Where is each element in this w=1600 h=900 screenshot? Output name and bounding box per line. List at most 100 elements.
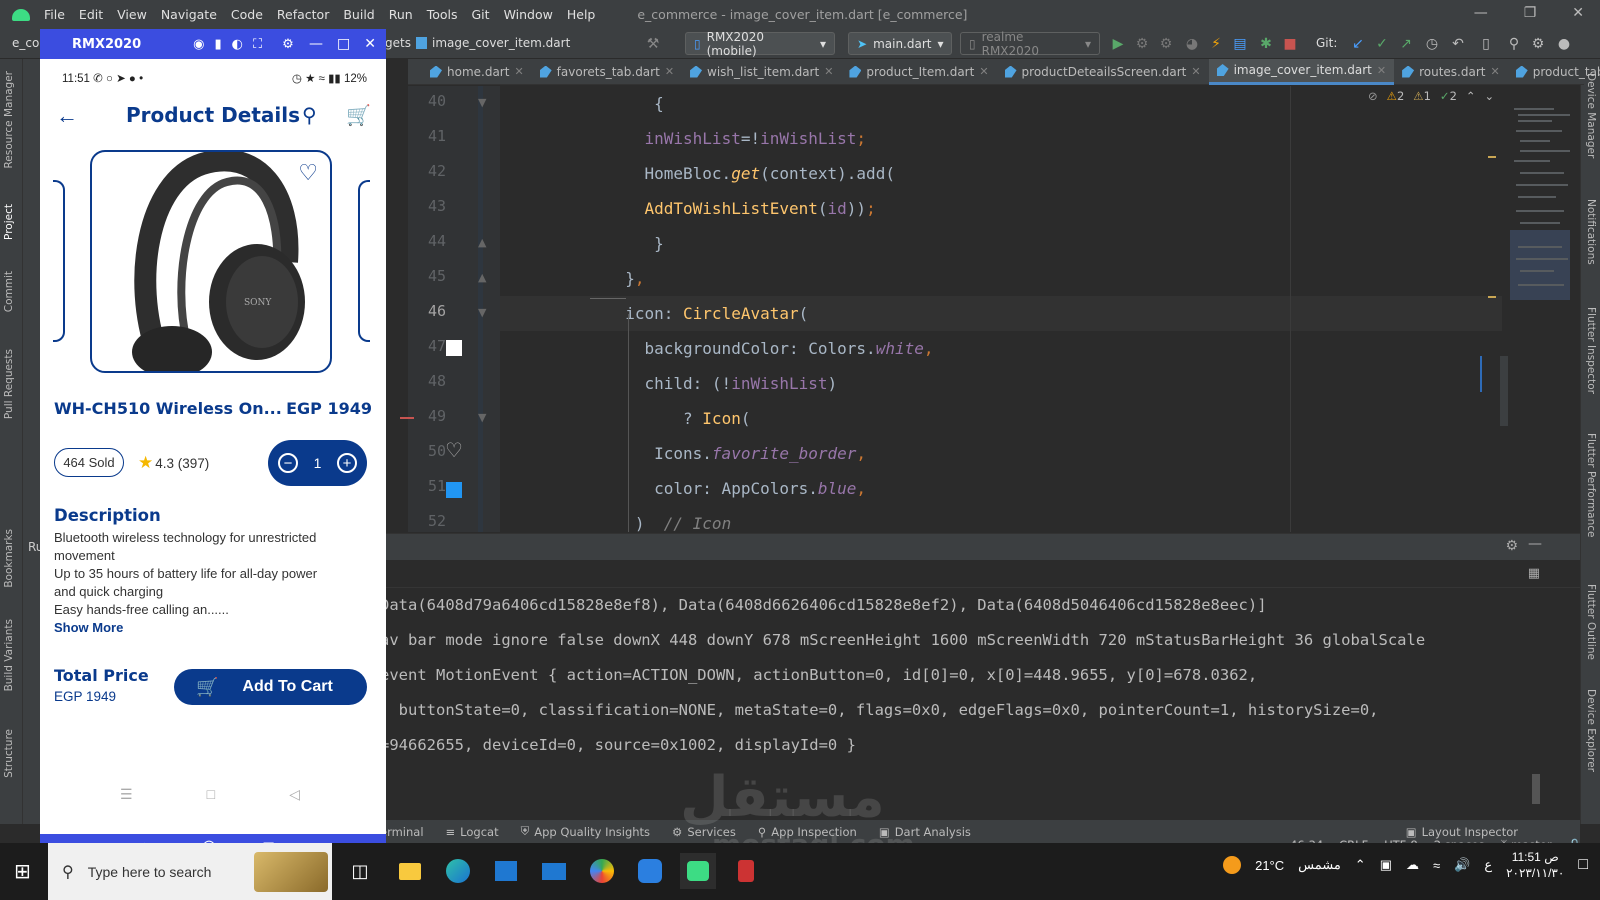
profile-icon[interactable]: ⚙: [1158, 36, 1174, 52]
menu-tools[interactable]: Tools: [427, 7, 458, 22]
prev-image-card[interactable]: [53, 180, 65, 342]
tool-device-manager[interactable]: Device Manager: [1585, 73, 1597, 158]
white-color-swatch-icon[interactable]: [446, 340, 462, 356]
weather-text[interactable]: مشمس: [1298, 857, 1341, 873]
run-icon[interactable]: ▶: [1110, 36, 1126, 52]
maximize-icon[interactable]: □: [337, 36, 350, 52]
maximize-icon[interactable]: ❐: [1524, 5, 1537, 21]
tab-home[interactable]: home.dart ✕: [422, 59, 532, 85]
close-tab-icon[interactable]: ✕: [1191, 65, 1200, 78]
settings-icon[interactable]: ⚙: [1505, 538, 1518, 554]
headphones-icon[interactable]: ◐: [232, 37, 243, 52]
attach-debugger-icon[interactable]: ✱: [1258, 36, 1274, 52]
minimize-icon[interactable]: —: [309, 36, 323, 52]
git-push-icon[interactable]: ↗: [1398, 36, 1414, 52]
heart-outline-icon[interactable]: ♡: [298, 160, 318, 186]
task-view-icon[interactable]: ◫: [342, 853, 378, 889]
taskbar-search[interactable]: ⚲ Type here to search: [48, 843, 332, 900]
search-icon[interactable]: ⚲: [1506, 36, 1522, 52]
chevron-up-icon[interactable]: ⌃: [1466, 89, 1476, 103]
history-icon[interactable]: ◷: [1424, 36, 1440, 52]
recents-icon[interactable]: ☰: [120, 786, 133, 803]
fullscreen-icon[interactable]: ⛶: [253, 37, 262, 52]
chevron-down-icon[interactable]: ⌄: [1485, 89, 1495, 103]
warning-count[interactable]: ⚠2: [1387, 89, 1405, 103]
tool-flutter-inspector[interactable]: Flutter Inspector: [1585, 307, 1597, 394]
tool-flutter-performance[interactable]: Flutter Performance: [1585, 433, 1597, 538]
blue-color-swatch-icon[interactable]: [446, 482, 462, 498]
close-tab-icon[interactable]: ✕: [1490, 65, 1499, 78]
close-tab-icon[interactable]: ✕: [1377, 64, 1386, 77]
menu-file[interactable]: File: [44, 7, 65, 22]
minimize-icon[interactable]: —: [1474, 5, 1488, 21]
volume-icon[interactable]: 🔊: [1454, 857, 1470, 873]
rollback-icon[interactable]: ↶: [1450, 36, 1466, 52]
tool-notifications[interactable]: Notifications: [1585, 199, 1597, 265]
tool-build-variants[interactable]: Build Variants: [3, 619, 15, 691]
network-icon[interactable]: ▣: [1380, 857, 1392, 873]
language-indicator[interactable]: ع: [1484, 857, 1492, 873]
menu-run[interactable]: Run: [389, 7, 413, 22]
tool-bookmarks[interactable]: Bookmarks: [3, 529, 15, 588]
show-more-link[interactable]: Show More: [54, 620, 123, 635]
flutter-taskbar-icon[interactable]: [728, 853, 764, 889]
console-scrollbar[interactable]: [1532, 774, 1540, 804]
file-explorer-icon[interactable]: [392, 853, 428, 889]
menu-view[interactable]: View: [117, 7, 147, 22]
tab-logcat[interactable]: ≡ Logcat: [446, 825, 499, 839]
inspection-widget[interactable]: ⊘ ⚠2 ⚠1 ✓2 ⌃ ⌄: [1368, 89, 1494, 103]
hammer-icon[interactable]: ⚒: [645, 36, 661, 52]
git-commit-icon[interactable]: ✓: [1374, 36, 1390, 52]
tab-services[interactable]: ⚙ Services: [672, 825, 736, 839]
edge-icon[interactable]: [440, 853, 476, 889]
notification-icon[interactable]: □: [1578, 856, 1588, 874]
menu-build[interactable]: Build: [343, 7, 374, 22]
tab-terminal[interactable]: erminal: [380, 825, 424, 839]
minimap-viewport[interactable]: [1510, 230, 1570, 300]
browser-icon[interactable]: [584, 853, 620, 889]
device-selector[interactable]: ▯ RMX2020 (mobile) ▾: [685, 30, 835, 58]
mail-icon[interactable]: [536, 853, 572, 889]
fold-icon[interactable]: ▲: [478, 271, 486, 284]
tab-product-details-screen[interactable]: productDeteailsScreen.dart ✕: [997, 59, 1209, 85]
tab-layout-inspector[interactable]: ▣ Layout Inspector: [1406, 825, 1518, 839]
tool-flutter-outline[interactable]: Flutter Outline: [1585, 584, 1597, 660]
cloud-icon[interactable]: ☁: [1406, 857, 1419, 873]
fold-icon[interactable]: ▼: [478, 96, 486, 109]
fold-icon[interactable]: ▼: [478, 306, 486, 319]
android-studio-taskbar-icon[interactable]: [680, 853, 716, 889]
record-icon[interactable]: ▮: [215, 37, 222, 52]
reader-mode-icon[interactable]: ⊘: [1368, 89, 1378, 103]
fold-icon[interactable]: ▼: [478, 411, 486, 424]
target-device-selector[interactable]: ▯ realme RMX2020 ▾: [960, 30, 1100, 58]
weak-warning-count[interactable]: ⚠1: [1413, 89, 1431, 103]
tool-resource-manager[interactable]: Resource Manager: [3, 71, 15, 169]
close-tab-icon[interactable]: ✕: [824, 65, 833, 78]
clock[interactable]: 11:51 ص ٢٠٢٣/١١/٣٠: [1506, 849, 1564, 881]
windows-start-icon[interactable]: ⊞: [14, 859, 31, 883]
home-icon[interactable]: □: [207, 786, 215, 803]
app-store-icon[interactable]: [632, 853, 668, 889]
menu-navigate[interactable]: Navigate: [161, 7, 217, 22]
menu-edit[interactable]: Edit: [79, 7, 103, 22]
tab-app-quality-insights[interactable]: ⛨ App Quality Insights: [521, 824, 650, 839]
chevron-up-icon[interactable]: ⌃: [1355, 857, 1366, 873]
search-icon[interactable]: ⚲: [302, 103, 317, 128]
plus-icon[interactable]: +: [336, 453, 357, 473]
close-icon[interactable]: ✕: [1572, 5, 1584, 21]
close-tab-icon[interactable]: ✕: [665, 65, 674, 78]
temperature[interactable]: 21°C: [1255, 858, 1284, 873]
tab-wish-list-item[interactable]: wish_list_item.dart ✕: [682, 59, 841, 85]
run-config-selector[interactable]: ➤ main.dart ▾: [848, 32, 952, 55]
tool-pull-requests[interactable]: Pull Requests: [3, 349, 15, 419]
debug-icon[interactable]: ⚙: [1134, 36, 1150, 52]
settings-icon[interactable]: ⚙: [1530, 36, 1546, 52]
product-image-card[interactable]: SONY ♡: [90, 150, 332, 373]
run-console[interactable]: Data(6408d79a6406cd15828e8ef8), Data(640…: [380, 588, 1580, 820]
tab-dart-analysis[interactable]: ▣ Dart Analysis: [879, 825, 971, 839]
breadcrumb-file[interactable]: image_cover_item.dart: [432, 36, 570, 50]
git-update-icon[interactable]: ↙: [1350, 36, 1366, 52]
breadcrumb-widgets[interactable]: gets: [385, 36, 411, 50]
layout-icon[interactable]: ▦: [1528, 566, 1540, 581]
menu-git[interactable]: Git: [472, 7, 490, 22]
